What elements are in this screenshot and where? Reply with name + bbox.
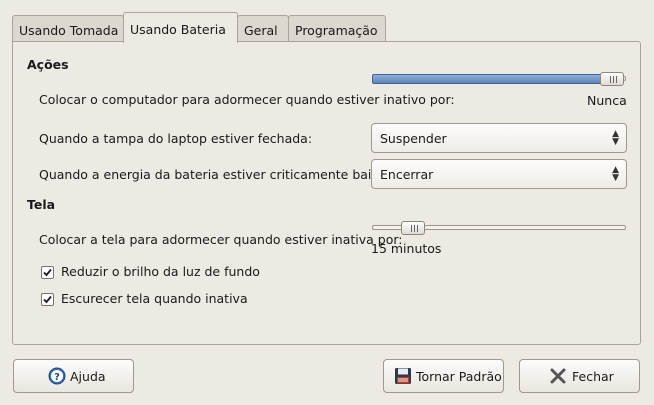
dim-display-checkbox[interactable] — [41, 293, 54, 306]
tab-label: Programação — [295, 23, 378, 38]
close-button[interactable]: Fechar — [519, 359, 640, 393]
actions-heading: Ações — [27, 57, 69, 72]
reduce-backlight-label[interactable]: Reduzir o brilho da luz de fundo — [61, 264, 260, 279]
dim-display-label[interactable]: Escurecer tela quando inativa — [61, 291, 248, 306]
help-icon: ? — [48, 367, 66, 385]
updown-arrows-icon: ▲ ▼ — [612, 129, 619, 147]
floppy-disk-icon — [395, 368, 411, 384]
lid-closed-label: Quando a tampa do laptop estiver fechada… — [39, 131, 313, 146]
checkmark-icon — [43, 295, 52, 304]
make-default-button-label: Tornar Padrão — [416, 369, 502, 384]
computer-sleep-slider-fill — [372, 74, 612, 84]
tab-on-battery[interactable]: Usando Bateria — [123, 12, 238, 43]
reduce-backlight-checkbox[interactable] — [41, 266, 54, 279]
computer-sleep-value: Nunca — [587, 93, 627, 108]
lid-action-select[interactable]: Suspender ▲ ▼ — [371, 123, 627, 153]
lid-action-value: Suspender — [380, 131, 447, 146]
help-button[interactable]: ? Ajuda — [13, 359, 134, 393]
critical-action-value: Encerrar — [380, 167, 434, 182]
battery-critical-label: Quando a energia da bateria estiver crit… — [39, 167, 391, 182]
tab-on-ac[interactable]: Usando Tomada — [12, 15, 124, 42]
make-default-button[interactable]: Tornar Padrão — [383, 359, 504, 393]
tab-scheduling[interactable]: Programação — [288, 15, 386, 42]
tab-label: Usando Tomada — [19, 23, 119, 38]
help-button-label: Ajuda — [70, 369, 106, 384]
checkmark-icon — [43, 268, 52, 277]
svg-text:?: ? — [54, 372, 60, 383]
display-sleep-value: 15 minutos — [371, 241, 442, 256]
computer-sleep-slider-handle[interactable] — [600, 72, 624, 86]
tab-general[interactable]: Geral — [237, 15, 289, 42]
tab-label: Geral — [244, 23, 278, 38]
close-button-label: Fechar — [572, 369, 614, 384]
tab-label: Usando Bateria — [130, 22, 226, 37]
updown-arrows-icon: ▲ ▼ — [612, 165, 619, 183]
tab-panel: Ações Colocar o computador para adormece… — [12, 41, 641, 345]
display-sleep-slider-handle[interactable] — [401, 221, 426, 235]
computer-sleep-label: Colocar o computador para adormecer quan… — [39, 92, 455, 107]
close-icon — [550, 368, 566, 384]
critical-action-select[interactable]: Encerrar ▲ ▼ — [371, 159, 627, 189]
display-heading: Tela — [27, 197, 56, 212]
display-sleep-label: Colocar a tela para adormecer quando est… — [39, 232, 403, 247]
